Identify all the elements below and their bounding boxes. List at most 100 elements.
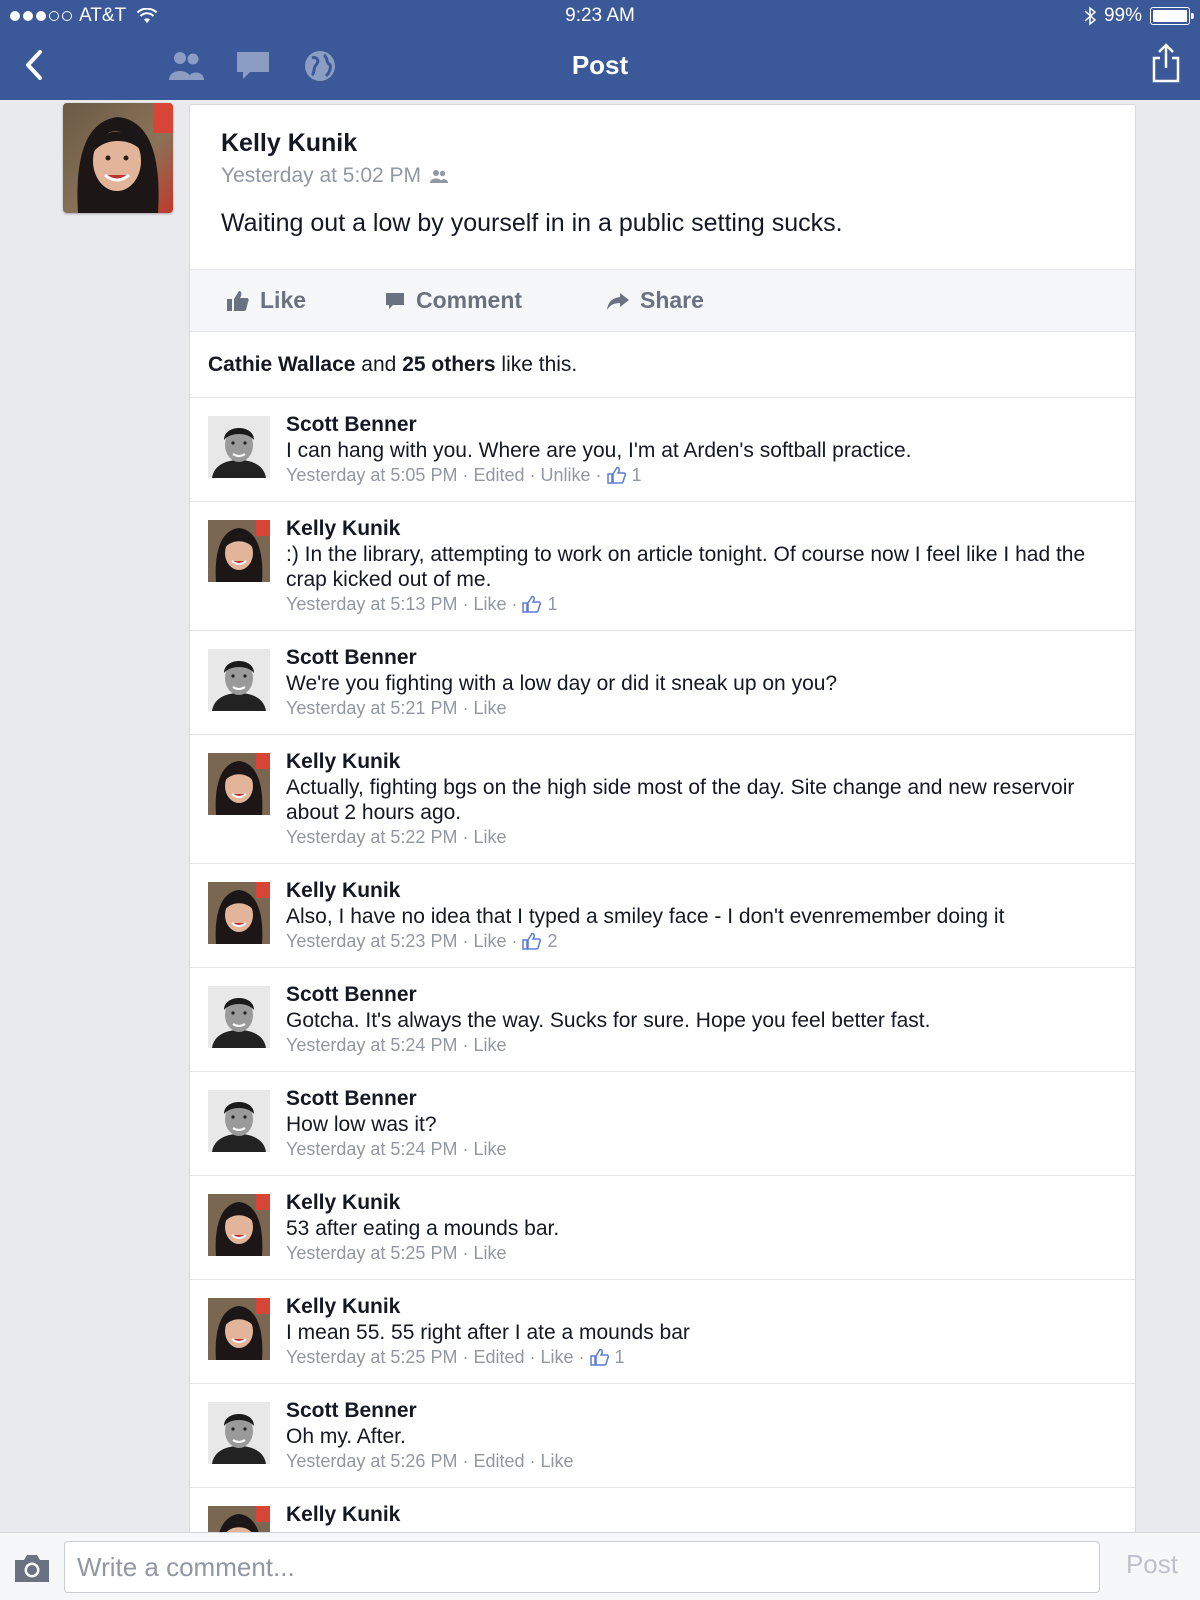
- comment-like-icon: [589, 1348, 609, 1366]
- comment-like-link[interactable]: Like: [473, 1137, 506, 1161]
- comment-like-link[interactable]: Like: [473, 929, 506, 953]
- commenter-avatar[interactable]: [208, 986, 270, 1048]
- comment-text: How low was it?: [286, 1113, 437, 1136]
- liker-name: Cathie Wallace: [208, 353, 356, 376]
- post-comment-button[interactable]: Post: [1126, 1549, 1178, 1580]
- comment-input[interactable]: [64, 1541, 1100, 1593]
- commenter-avatar[interactable]: [208, 1402, 270, 1464]
- comment-item: Scott Benner How low was it? Yesterday at …: [190, 1071, 1135, 1175]
- commenter-name[interactable]: Kelly Kunik: [286, 1294, 1117, 1320]
- commenter-name[interactable]: Kelly Kunik: [286, 878, 1117, 904]
- comment-text: Actually, fighting bgs on the high side …: [286, 776, 1075, 824]
- comment-like-link[interactable]: Unlike: [541, 463, 591, 487]
- comment-button[interactable]: Comment: [384, 287, 522, 314]
- comment-meta: Yesterday at 5:05 PM · Edited · Unlike · 1: [286, 463, 642, 487]
- comment-like-link[interactable]: Like: [473, 592, 506, 616]
- comment-list: Scott Benner I can hang with you. Where a…: [190, 397, 1135, 1533]
- post-card: Kelly Kunik Yesterday at 5:02 PM Waiting…: [189, 104, 1136, 1534]
- post-time-text: Yesterday at 5:02 PM: [221, 164, 422, 187]
- commenter-avatar[interactable]: [208, 1506, 270, 1533]
- comment-timestamp: Yesterday at 5:21 PM: [286, 698, 458, 718]
- comment-meta: Yesterday at 5:13 PM · Like · 1: [286, 592, 558, 616]
- friends-icon[interactable]: [166, 48, 206, 84]
- comment-like-icon: [522, 595, 542, 613]
- like-button[interactable]: Like: [226, 287, 306, 314]
- commenter-name[interactable]: Scott Benner: [286, 1086, 1117, 1112]
- comment-edited-link[interactable]: Edited: [473, 1449, 524, 1473]
- comment-meta: Yesterday at 5:25 PM · Like: [286, 1241, 507, 1265]
- comment-text: 53 after eating a mounds bar.: [286, 1217, 560, 1240]
- camera-icon[interactable]: [12, 1551, 52, 1585]
- share-arrow-icon: [607, 292, 629, 310]
- back-icon[interactable]: [20, 48, 50, 82]
- comment-like-count[interactable]: 2: [522, 929, 558, 953]
- globe-icon[interactable]: [302, 48, 342, 84]
- battery-percent: 99%: [1103, 5, 1142, 26]
- post-author[interactable]: Kelly Kunik: [221, 129, 449, 158]
- comment-item: Scott Benner Oh my. After. Yesterday at 5:…: [190, 1383, 1135, 1487]
- comment-like-count-value: 2: [547, 931, 558, 951]
- comment-like-link[interactable]: Like: [541, 1449, 574, 1473]
- comment-text: Also, I have no idea that I typed a smil…: [286, 905, 1005, 928]
- comment-like-count[interactable]: 1: [522, 592, 558, 616]
- comment-like-link[interactable]: Like: [473, 1241, 506, 1265]
- commenter-avatar[interactable]: [208, 882, 270, 944]
- share-out-icon[interactable]: [1150, 42, 1182, 84]
- status-time: 9:23 AM: [565, 5, 635, 26]
- comment-text: We're you fighting with a low day or did…: [286, 672, 838, 695]
- comment-item: Kelly Kunik 53 after eating a mounds bar.…: [190, 1175, 1135, 1279]
- comment-text: Gotcha. It's always the way. Sucks for s…: [286, 1009, 931, 1032]
- like-label: Like: [260, 287, 307, 313]
- friends-audience-icon: [430, 170, 449, 183]
- commenter-name[interactable]: Kelly Kunik: [286, 1502, 1117, 1528]
- comment-text: I mean 55. 55 right after I ate a mounds…: [286, 1321, 690, 1344]
- comment-like-link[interactable]: Like: [473, 825, 506, 849]
- post-header: Kelly Kunik Yesterday at 5:02 PM: [221, 129, 449, 188]
- comment-item: Scott Benner Gotcha. It's always the way.…: [190, 967, 1135, 1071]
- comment-edited-link[interactable]: Edited: [473, 463, 524, 487]
- commenter-name[interactable]: Kelly Kunik: [286, 1190, 1117, 1216]
- commenter-name[interactable]: Kelly Kunik: [286, 516, 1117, 542]
- commenter-name[interactable]: Scott Benner: [286, 645, 1117, 671]
- comment-text: I can hang with you. Where are you, I'm …: [286, 439, 912, 462]
- comment-timestamp: Yesterday at 5:22 PM: [286, 827, 458, 847]
- commenter-name[interactable]: Scott Benner: [286, 412, 1117, 438]
- comment-timestamp: Yesterday at 5:24 PM: [286, 1035, 458, 1055]
- comment-like-count[interactable]: 1: [606, 463, 642, 487]
- comment-like-count-value: 1: [614, 1347, 625, 1367]
- comment-text: Oh my. After.: [286, 1425, 406, 1448]
- comment-like-link[interactable]: Like: [473, 696, 506, 720]
- commenter-avatar[interactable]: [208, 520, 270, 582]
- comment-like-link[interactable]: Like: [541, 1345, 574, 1369]
- commenter-name[interactable]: Kelly Kunik: [286, 749, 1117, 775]
- comment-like-icon: [522, 932, 542, 950]
- post-actions: Like Comment Share: [190, 269, 1135, 332]
- commenter-avatar[interactable]: [208, 649, 270, 711]
- commenter-name[interactable]: Scott Benner: [286, 982, 1117, 1008]
- comment-timestamp: Yesterday at 5:25 PM: [286, 1243, 458, 1263]
- commenter-avatar[interactable]: [208, 753, 270, 815]
- commenter-avatar[interactable]: [208, 1298, 270, 1360]
- comment-timestamp: Yesterday at 5:23 PM: [286, 931, 458, 951]
- comment-meta: Yesterday at 5:24 PM · Like: [286, 1033, 507, 1057]
- comment-timestamp: Yesterday at 5:26 PM: [286, 1451, 458, 1471]
- comment-timestamp: Yesterday at 5:25 PM: [286, 1347, 458, 1367]
- comment-meta: Yesterday at 5:26 PM · Edited · Like: [286, 1449, 574, 1473]
- commenter-avatar[interactable]: [208, 1194, 270, 1256]
- poster-avatar[interactable]: [63, 103, 173, 213]
- comment-like-link[interactable]: Like: [473, 1033, 506, 1057]
- comment-item: Scott Benner We're you fighting with a lo…: [190, 630, 1135, 734]
- likes-others: 25 others: [402, 353, 496, 376]
- top-bar: AT&T 9:23 AM 99% Post: [0, 0, 1200, 100]
- comment-label: Comment: [416, 287, 523, 313]
- comment-like-count[interactable]: 1: [589, 1345, 625, 1369]
- comment-edited-link[interactable]: Edited: [473, 1345, 524, 1369]
- share-button[interactable]: Share: [606, 287, 704, 314]
- commenter-avatar[interactable]: [208, 1090, 270, 1152]
- commenter-avatar[interactable]: [208, 416, 270, 478]
- bluetooth-icon: [1084, 6, 1096, 26]
- commenter-name[interactable]: Scott Benner: [286, 1398, 1117, 1424]
- likes-summary[interactable]: Cathie Wallace and 25 others like this.: [208, 353, 577, 377]
- messages-icon[interactable]: [234, 48, 274, 84]
- likes-suffix: like this.: [501, 353, 578, 376]
